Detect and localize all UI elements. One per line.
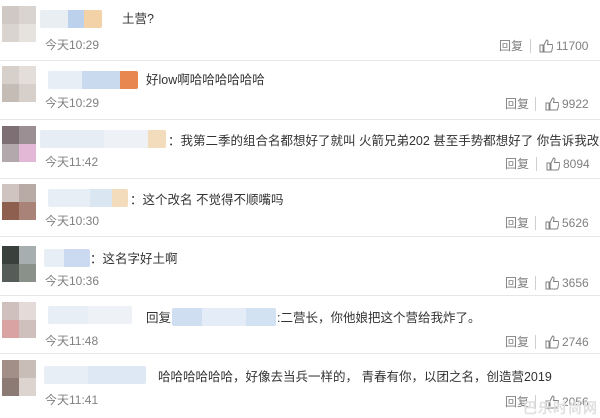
comment-item: ：这名字好土啊 今天10:36 回复 3656 [0, 237, 600, 294]
like-button[interactable]: 2746 [545, 335, 589, 349]
comment-time: 今天10:29 [45, 96, 100, 110]
reply-button[interactable]: 回复 [505, 216, 529, 230]
comment-time: 今天11:48 [45, 334, 99, 348]
avatar[interactable] [2, 302, 36, 338]
comment-text: 好low啊哈哈哈哈哈哈 [146, 73, 265, 87]
mention-blurred[interactable] [172, 308, 276, 326]
divider [530, 39, 531, 53]
like-count: 3656 [562, 276, 589, 290]
comment-time: 今天11:41 [45, 393, 99, 407]
reply-button[interactable]: 回复 [505, 157, 529, 171]
comment-item: 好low啊哈哈哈哈哈哈 今天10:29 回复 9922 [0, 61, 600, 118]
comment-text: 哈哈哈哈哈哈，好像去当兵一样的， 青春有你，以团之名，创造营2019 [158, 370, 552, 384]
like-count: 11700 [556, 39, 589, 53]
avatar[interactable] [2, 360, 36, 396]
avatar[interactable] [2, 126, 36, 162]
avatar[interactable] [2, 66, 36, 102]
comment-list: 土营? 今天10:29 回复 11700 好low啊哈哈哈哈哈哈 今天10:29… [0, 0, 600, 418]
comment-time: 今天11:42 [45, 155, 99, 169]
divider [535, 276, 536, 290]
like-button[interactable]: 8094 [546, 157, 590, 171]
like-button[interactable]: 5626 [545, 216, 589, 230]
divider [535, 216, 536, 230]
username-blurred[interactable] [44, 249, 90, 267]
username-blurred[interactable] [48, 189, 128, 207]
reply-button[interactable]: 回复 [505, 97, 529, 111]
like-count: 2746 [562, 335, 589, 349]
divider [536, 157, 537, 171]
reply-button[interactable]: 回复 [505, 335, 529, 349]
username-blurred[interactable] [48, 71, 138, 89]
comment-item: ：这个改名 不觉得不顺嘴吗 今天10:30 回复 5626 [0, 179, 600, 236]
thumbs-up-icon [545, 216, 560, 230]
thumbs-up-icon [546, 157, 561, 171]
reply-prefix: 回复 [146, 311, 172, 325]
username-blurred[interactable] [40, 10, 102, 28]
comment-item: 土营? 今天10:29 回复 11700 [0, 0, 600, 60]
username-blurred[interactable] [40, 130, 166, 148]
avatar[interactable] [2, 6, 36, 42]
comment-time: 今天10:29 [45, 38, 100, 52]
divider [535, 97, 536, 111]
reply-button[interactable]: 回复 [499, 39, 523, 53]
like-count: 5626 [562, 216, 589, 230]
like-button[interactable]: 9922 [545, 97, 589, 111]
thumbs-up-icon [539, 39, 554, 53]
thumbs-up-icon [545, 335, 560, 349]
username-blurred[interactable] [44, 366, 146, 384]
thumbs-up-icon [545, 97, 560, 111]
divider [535, 335, 536, 349]
comment-text: 土营? [122, 12, 154, 26]
comment-time: 今天10:30 [45, 214, 100, 228]
thumbs-up-icon [545, 276, 560, 290]
comment-item: 回复 :二营长，你他娘把这个营给我炸了。 今天11:48 回复 2746 [0, 296, 600, 353]
comment-text: ：这个改名 不觉得不顺嘴吗 [130, 193, 284, 207]
avatar[interactable] [2, 246, 36, 282]
comment-item: 哈哈哈哈哈哈，好像去当兵一样的， 青春有你，以团之名，创造营2019 今天11:… [0, 354, 600, 418]
like-count: 9922 [562, 97, 589, 111]
avatar[interactable] [2, 184, 36, 220]
comment-text: :二营长，你他娘把这个营给我炸了。 [277, 311, 481, 325]
comment-text: ：这名字好土啊 [90, 252, 178, 266]
comment-text: ：我第二季的组合名都想好了就叫 火箭兄弟202 甚至手势都想好了 你告诉我改名了 [168, 134, 600, 148]
like-count: 8094 [563, 157, 590, 171]
username-blurred[interactable] [48, 306, 132, 324]
like-button[interactable]: 11700 [539, 39, 588, 53]
like-button[interactable]: 3656 [545, 276, 589, 290]
comment-time: 今天10:36 [45, 274, 100, 288]
reply-button[interactable]: 回复 [505, 276, 529, 290]
comment-item: ：我第二季的组合名都想好了就叫 火箭兄弟202 甚至手势都想好了 你告诉我改名了… [0, 120, 600, 178]
watermark: 巴乐时尚网 [523, 400, 598, 416]
